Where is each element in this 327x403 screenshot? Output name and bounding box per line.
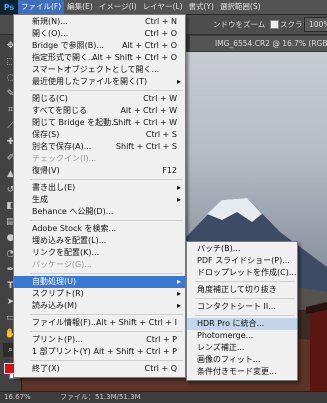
automate-submenu: バッチ(B)... PDF スライドショー(P)... ドロップレットを作成(C… (186, 241, 298, 381)
fit-window-zoom-label[interactable]: ンドウをズーム (213, 19, 265, 30)
menu-separator (30, 273, 183, 274)
menu-item-new[interactable]: 新規(N)... Ctrl + N (14, 16, 185, 28)
menu-separator (30, 331, 183, 332)
menu-item-place-linked[interactable]: リンクを配置(K)... (14, 247, 185, 259)
foreground-color-swatch[interactable] (4, 363, 15, 374)
menu-item-open-smart-object[interactable]: スマートオブジェクトとして開く... (14, 64, 185, 76)
zoom-level[interactable]: 16.67% (4, 392, 31, 403)
menu-separator (30, 90, 183, 91)
menu-item-scripts[interactable]: スクリプト(R) ▸ (14, 288, 185, 300)
menu-item-close-go-bridge[interactable]: 閉じて Bridge を起動... Shift + Ctrl + W (14, 117, 185, 129)
menu-file[interactable]: ファイル(F) (18, 0, 65, 14)
submenu-item-contact-sheet[interactable]: コンタクトシート II... (187, 301, 297, 313)
menu-separator (30, 314, 183, 315)
menu-layer[interactable]: レイヤー(L) (140, 0, 186, 14)
zoom-100-button[interactable]: 100% (304, 17, 327, 32)
submenu-item-batch[interactable]: バッチ(B)... (187, 243, 297, 255)
menu-edit[interactable]: 編集(E) (64, 0, 96, 14)
menu-item-check-in: チェックイン(I)... (32, 154, 97, 163)
submenu-item-crop-straighten[interactable]: 角度補正して切り抜き (187, 284, 297, 296)
menu-type[interactable]: 書式(Y) (186, 0, 217, 14)
menu-item-print[interactable]: プリント(P)... Ctrl + P (14, 334, 185, 346)
submenu-item-fit-image[interactable]: 画像のフィット... (187, 354, 297, 366)
menu-item-print-one-copy[interactable]: 1 部プリント(Y) Alt + Shift + Ctrl + P (14, 346, 185, 358)
menu-separator (195, 298, 295, 299)
menu-item-share-behance[interactable]: Behance へ公開(D)... (14, 206, 185, 218)
menu-item-exit[interactable]: 終了(X) Ctrl + Q (14, 363, 185, 375)
menu-separator (195, 315, 295, 316)
menu-item-generate[interactable]: 生成 ▸ (14, 194, 185, 206)
photoshop-logo: Ps (0, 0, 18, 14)
menu-item-open-as[interactable]: 指定形式で開く... Alt + Shift + Ctrl + O (14, 52, 185, 64)
submenu-item-create-droplet[interactable]: ドロップレットを作成(C)... (187, 267, 297, 279)
menu-item-save-as[interactable]: 別名で保存(A)... Shift + Ctrl + S (14, 141, 185, 153)
submenu-item-conditional-mode-change[interactable]: 条件付きモード変更... (187, 366, 297, 378)
menu-item-revert[interactable]: 復帰(V) F12 (14, 165, 185, 177)
menu-image[interactable]: イメージ(I) (96, 0, 140, 14)
menu-item-export[interactable]: 書き出し(E) ▸ (14, 182, 185, 194)
menu-select[interactable]: 選択範囲(S) (217, 0, 264, 14)
file-size-info: ファイル：51.3M/51.3M (60, 393, 141, 401)
menu-item-save[interactable]: 保存(S) Ctrl + S (14, 129, 185, 141)
file-menu: 新規(N)... Ctrl + N 開く(O)... Ctrl + O Bridge… (13, 14, 186, 378)
menu-item-automate[interactable]: 自動処理(U) ▸ (14, 276, 185, 288)
document-tab[interactable]: IMG_6554.CR2 @ 16.7% (RGB/8*) (190, 36, 327, 51)
menu-item-place-embedded[interactable]: 埋め込みを配置(L)... (14, 235, 185, 247)
menu-separator (30, 179, 183, 180)
menu-bar: Ps ファイル(F) 編集(E) イメージ(I) レイヤー(L) 書式(Y) 選… (0, 0, 327, 15)
menu-item-search-adobe-stock[interactable]: Adobe Stock を検索... (14, 223, 185, 235)
menu-item-browse-bridge[interactable]: Bridge で参照(B)... Alt + Ctrl + O (14, 40, 185, 52)
submenu-item-pdf-slideshow[interactable]: PDF スライドショー(P)... (187, 255, 297, 267)
menu-item-package: パッケージ(G)... (32, 260, 92, 269)
menu-separator (195, 281, 295, 282)
status-bar: 16.67% ファイル：51.3M/51.3M (0, 391, 327, 403)
submenu-item-merge-hdr-pro[interactable]: HDR Pro に統合... (187, 318, 297, 330)
menu-item-open-recent[interactable]: 最近使用したファイルを開く(T) ▸ (14, 76, 185, 88)
menu-item-close[interactable]: 閉じる(C) Ctrl + W (14, 93, 185, 105)
scrubby-zoom-checkbox[interactable] (270, 20, 279, 29)
menu-item-import[interactable]: 読み込み(M) ▸ (14, 300, 185, 312)
menu-item-close-all[interactable]: すべてを閉じる Alt + Ctrl + W (14, 105, 185, 117)
submenu-item-lens-correction[interactable]: レンズ補正... (187, 342, 297, 354)
menu-item-file-info[interactable]: ファイル情報(F)... Alt + Shift + Ctrl + I (14, 317, 185, 329)
menu-separator (30, 360, 183, 361)
menu-item-open[interactable]: 開く(O)... Ctrl + O (14, 28, 185, 40)
menu-separator (30, 220, 183, 221)
submenu-item-photomerge[interactable]: Photomerge... (187, 330, 297, 342)
